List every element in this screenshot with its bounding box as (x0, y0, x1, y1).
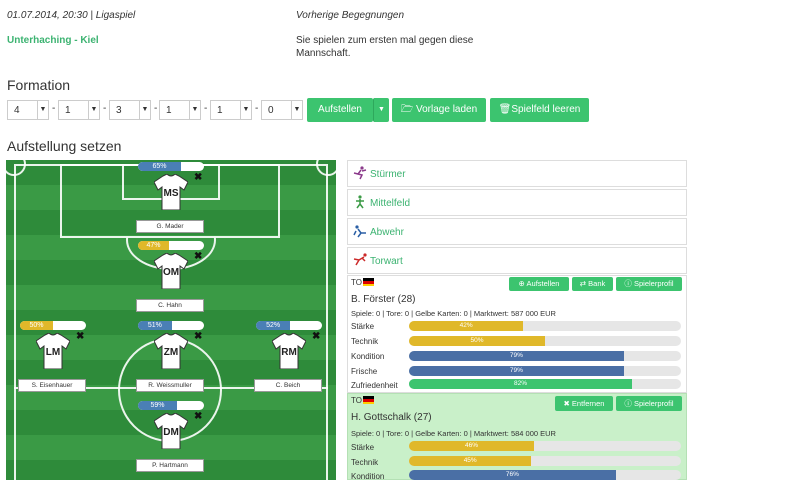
plus-circle-icon: ⊕ (518, 279, 525, 288)
defender-icon (353, 225, 366, 238)
position-tag-1: TO (351, 278, 362, 287)
stat-label: Stärke (351, 322, 375, 331)
chevron-down-icon: ▼ (189, 101, 200, 119)
stat-bar-kondition: 79% (409, 351, 681, 361)
fitness-bar-ms: 65% (138, 162, 204, 171)
folder-open-icon: 🗁 (400, 104, 414, 115)
position-tag-2: TO (351, 396, 362, 405)
info-icon: ⓘ (624, 399, 632, 408)
fitness-bar-zm: 51% (138, 321, 204, 330)
lineup-heading: Aufstellung setzen (7, 138, 122, 154)
remove-player-zm-icon[interactable]: ✖ (194, 331, 202, 342)
remove-player-rm-icon[interactable]: ✖ (312, 331, 320, 342)
candidate-2-info: Spiele: 0 | Tore: 0 | Gelbe Karten: 0 | … (351, 429, 556, 438)
player-name-zm: R. Weissmuller (136, 379, 204, 392)
player-shirt-rm[interactable]: RM (271, 332, 307, 370)
player-name-lm: S. Eisenhauer (18, 379, 86, 392)
candidate-1-aufstellen-button[interactable]: ⊕ Aufstellen (509, 277, 569, 291)
formation-select-1[interactable]: 4 ▼ (7, 100, 49, 120)
stat-bar-zufriedenheit: 82% (409, 379, 681, 389)
fitness-bar-dm: 59% (138, 401, 204, 410)
stat-label: Technik (351, 458, 379, 467)
formation-heading: Formation (7, 77, 71, 93)
candidate-1-name: B. Förster (28) (351, 294, 416, 305)
spielfeld-leeren-button[interactable]: 🗑Spielfeld leeren (490, 98, 589, 122)
candidate-1-info: Spiele: 0 | Tore: 0 | Gelbe Karten: 0 | … (351, 309, 556, 318)
exchange-icon: ⇄ (579, 279, 587, 288)
fitness-bar-rm: 52% (256, 321, 322, 330)
player-name-ms: G. Mader (136, 220, 204, 233)
player-shirt-zm[interactable]: ZM (153, 332, 189, 370)
previous-text-1: Sie spielen zum ersten mal gegen diese (296, 35, 474, 46)
stat-label: Kondition (351, 352, 385, 361)
formation-select-4[interactable]: 1 ▼ (159, 100, 201, 120)
stat-bar-staerke: 46% (409, 441, 681, 451)
aufstellen-dropdown-toggle[interactable]: ▼ (373, 98, 389, 122)
striker-icon (353, 166, 367, 180)
stat-bar-frische: 79% (409, 366, 681, 376)
formation-select-6[interactable]: 0 ▼ (261, 100, 303, 120)
germany-flag-icon (363, 278, 374, 286)
remove-player-ms-icon[interactable]: ✖ (194, 172, 202, 183)
player-shirt-lm[interactable]: LM (35, 332, 71, 370)
chevron-down-icon: ▼ (139, 101, 150, 119)
goalkeeper-icon (353, 253, 367, 266)
midfielder-icon (356, 195, 364, 209)
remove-player-dm-icon[interactable]: ✖ (194, 411, 202, 422)
stat-bar-technik: 50% (409, 336, 681, 346)
candidate-1-spielerprofil-button[interactable]: ⓘ Spielerprofil (616, 277, 682, 291)
stat-label: Frische (351, 367, 378, 376)
vorlage-laden-button[interactable]: 🗁 Vorlage laden (392, 98, 486, 122)
player-shirt-ms[interactable]: MS (153, 173, 189, 211)
player-shirt-dm[interactable]: DM (153, 412, 189, 450)
chevron-down-icon: ▼ (291, 101, 302, 119)
remove-player-om-icon[interactable]: ✖ (194, 251, 202, 262)
info-icon: ⓘ (624, 279, 632, 288)
stat-label: Stärke (351, 443, 375, 452)
previous-text-2: Mannschaft. (296, 48, 351, 59)
category-mittelfeld[interactable]: Mittelfeld (347, 189, 687, 216)
candidate-2-entfernen-button[interactable]: ✖ Entfernen (555, 396, 613, 411)
match-teams-link[interactable]: Unterhaching - Kiel (7, 35, 99, 46)
caret-down-icon: ▼ (378, 106, 385, 113)
candidate-2-spielerprofil-button[interactable]: ⓘ Spielerprofil (616, 396, 682, 411)
player-shirt-om[interactable]: OM (153, 252, 189, 290)
player-name-rm: C. Beich (254, 379, 322, 392)
remove-player-lm-icon[interactable]: ✖ (76, 331, 84, 342)
chevron-down-icon: ▼ (37, 101, 48, 119)
category-torwart[interactable]: Torwart (347, 247, 687, 274)
category-stuermer[interactable]: Stürmer (347, 160, 687, 187)
stat-label: Technik (351, 337, 379, 346)
football-pitch[interactable]: 65% MS ✖ G. Mader 47% OM ✖ C. Hahn 50% L… (6, 160, 336, 480)
stat-bar-technik: 45% (409, 456, 681, 466)
category-abwehr[interactable]: Abwehr (347, 218, 687, 245)
formation-select-5[interactable]: 1 ▼ (210, 100, 252, 120)
match-datetime: 01.07.2014, 20:30 | Ligaspiel (7, 10, 136, 21)
fitness-bar-lm: 50% (20, 321, 86, 330)
formation-select-2[interactable]: 1 ▼ (58, 100, 100, 120)
chevron-down-icon: ▼ (240, 101, 251, 119)
player-name-dm: P. Hartmann (136, 459, 204, 472)
stat-bar-kondition: 76% (409, 470, 681, 480)
close-icon: ✖ (563, 399, 570, 408)
player-name-om: C. Hahn (136, 299, 204, 312)
fitness-bar-om: 47% (138, 241, 204, 250)
germany-flag-icon (363, 396, 374, 404)
stat-label: Zufriedenheit (351, 381, 398, 390)
stat-bar-staerke: 42% (409, 321, 681, 331)
formation-select-3[interactable]: 3 ▼ (109, 100, 151, 120)
chevron-down-icon: ▼ (88, 101, 99, 119)
previous-title: Vorherige Begegnungen (296, 10, 405, 21)
aufstellen-button[interactable]: Aufstellen (307, 98, 373, 122)
candidate-2-name: H. Gottschalk (27) (351, 412, 432, 423)
trash-icon: 🗑 (498, 104, 512, 115)
candidate-1-bank-button[interactable]: ⇄ Bank (572, 277, 613, 291)
